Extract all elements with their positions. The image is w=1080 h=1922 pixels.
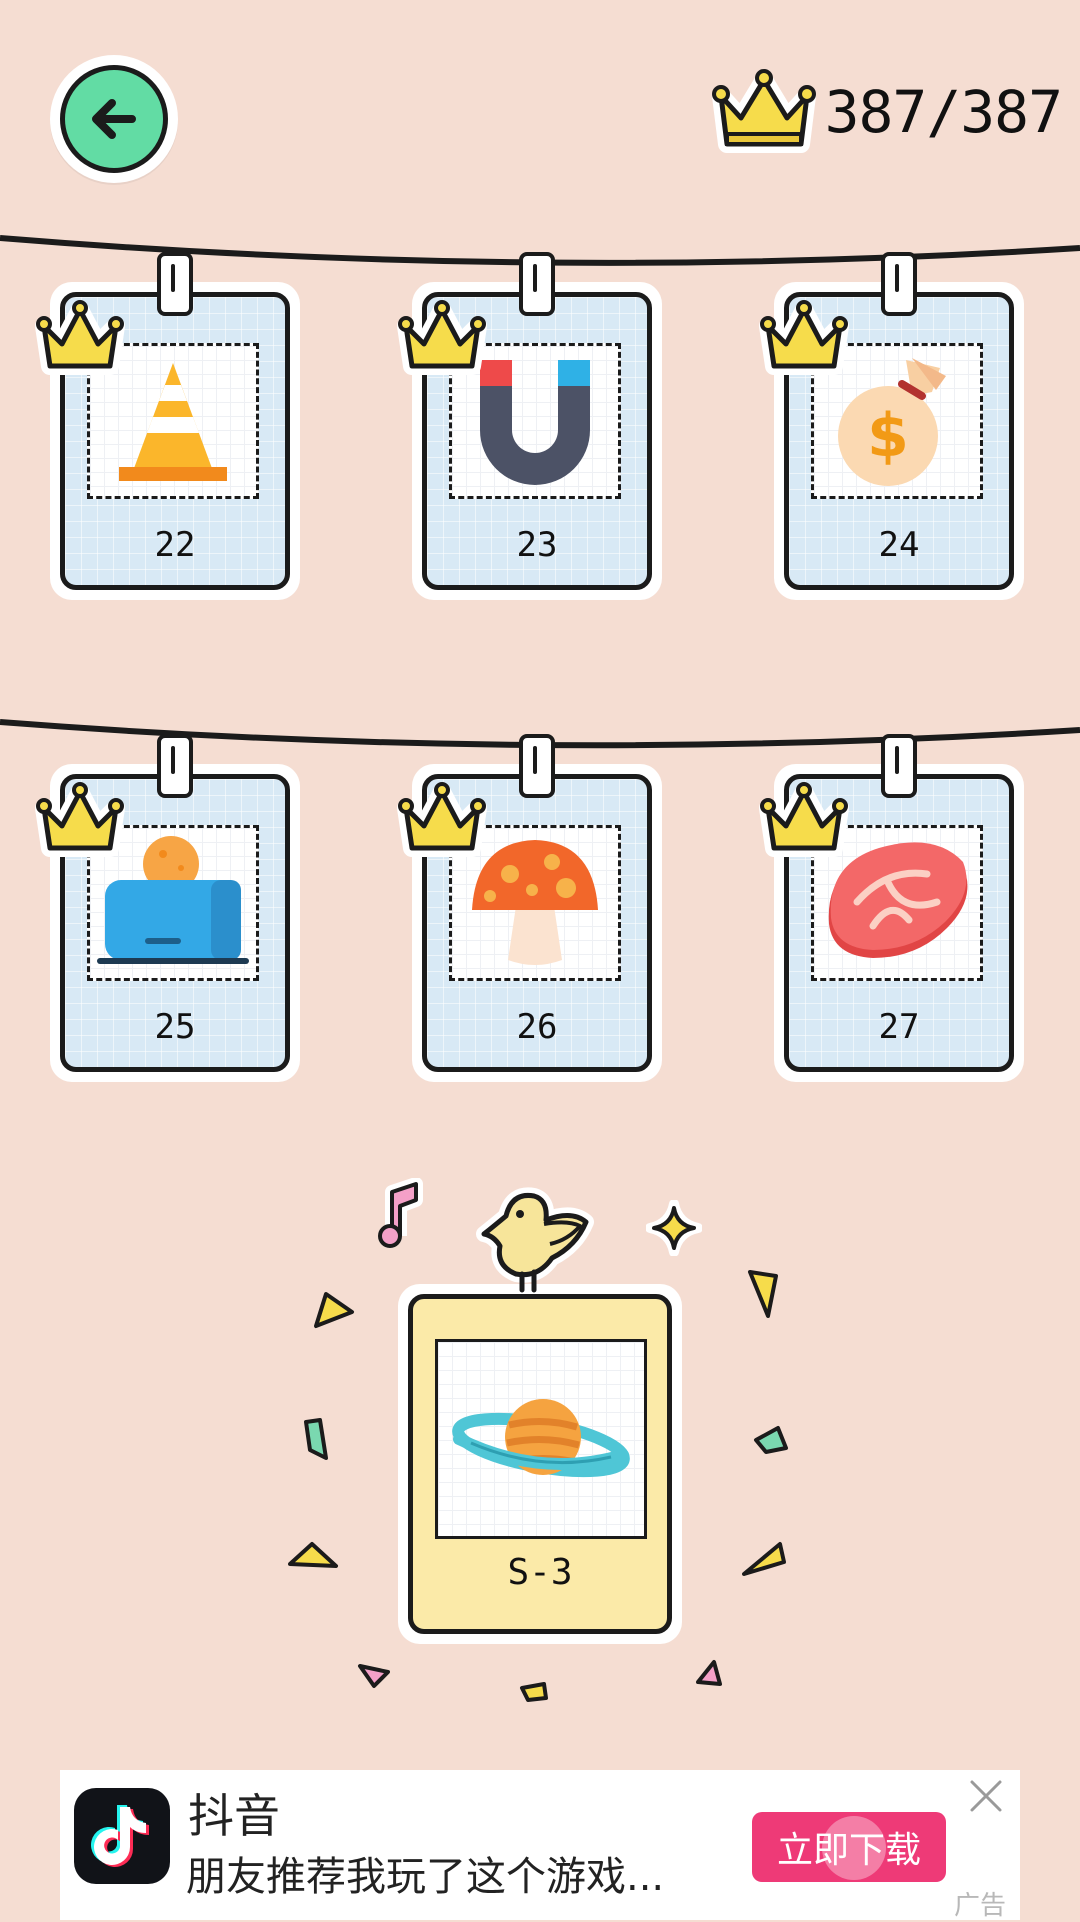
crown-icon <box>711 69 816 153</box>
confetti-piece <box>696 1660 722 1686</box>
confetti-piece <box>520 1682 548 1702</box>
paper-clip <box>519 734 555 798</box>
svg-text:$: $ <box>867 401 909 471</box>
level-card-label: 25 <box>154 1007 196 1047</box>
crown-icon <box>394 292 490 382</box>
level-card-image <box>435 1339 647 1539</box>
level-card-24[interactable]: $ 24 <box>764 252 1034 600</box>
confetti-piece <box>742 1542 786 1576</box>
level-card-label: 22 <box>154 525 196 565</box>
sparkle-icon <box>646 1200 702 1256</box>
special-level-card[interactable]: S-3 <box>398 1284 682 1644</box>
level-card-label: 23 <box>516 525 558 565</box>
confetti-piece <box>288 1542 338 1568</box>
level-card-23[interactable]: 23 <box>402 252 672 600</box>
ad-tag: 广告 <box>954 1885 1006 1922</box>
confetti-piece <box>314 1292 354 1328</box>
arrow-left-icon <box>92 99 136 139</box>
paper-clip <box>157 734 193 798</box>
ad-description: 朋友推荐我玩了这个游戏... <box>186 1854 665 1900</box>
bird-icon <box>476 1187 594 1293</box>
ad-tag-label: 广告 <box>953 1891 1006 1921</box>
crown-icon <box>32 774 128 864</box>
paper-clip <box>881 252 917 316</box>
crown-count: 387/387 <box>824 78 1063 146</box>
confetti-piece <box>304 1418 328 1460</box>
back-button[interactable] <box>50 55 178 183</box>
saturn-planet-icon <box>452 1399 630 1478</box>
confetti-piece <box>748 1270 778 1318</box>
download-button[interactable]: 立即下载 <box>752 1812 946 1882</box>
level-card-26[interactable]: 26 <box>402 734 672 1082</box>
tiktok-logo-icon <box>91 1805 149 1867</box>
paper-clip <box>157 252 193 316</box>
confetti-piece <box>358 1664 390 1688</box>
crown-icon <box>756 292 852 382</box>
special-card-label: S-3 <box>507 1552 573 1593</box>
crown-icon <box>32 292 128 382</box>
level-card-27[interactable]: 27 <box>764 734 1034 1082</box>
level-card-label: 24 <box>878 525 920 565</box>
close-icon[interactable] <box>966 1776 1006 1816</box>
confetti-piece <box>754 1426 788 1454</box>
ad-app-name: 抖音 <box>188 1789 280 1843</box>
paper-clip <box>881 734 917 798</box>
tiktok-app-icon <box>74 1788 170 1884</box>
ad-banner[interactable]: 抖音 朋友推荐我玩了这个游戏... 立即下载 广告 <box>60 1770 1020 1922</box>
level-card-label: 26 <box>516 1007 558 1047</box>
level-card-label: 27 <box>878 1007 920 1047</box>
crown-counter: 387/387 <box>709 62 1063 162</box>
music-note-icon <box>378 1178 423 1248</box>
crown-icon <box>756 774 852 864</box>
level-card-25[interactable]: 25 <box>40 734 310 1082</box>
crown-icon <box>394 774 490 864</box>
paper-clip <box>519 252 555 316</box>
download-button-label: 立即下载 <box>776 1830 921 1871</box>
level-card-22[interactable]: 22 <box>40 252 310 600</box>
